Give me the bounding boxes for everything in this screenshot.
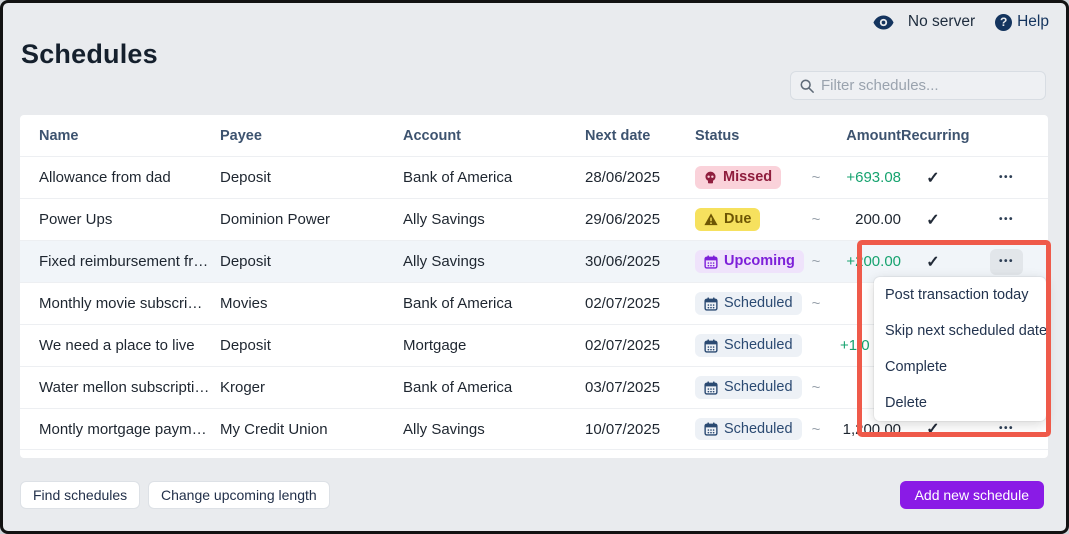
recurring-check-icon: ✓	[926, 212, 939, 229]
schedule-name: Water mellon subscription	[20, 379, 220, 396]
recurring-check-icon: ✓	[926, 170, 939, 187]
schedule-name: Power Ups	[20, 211, 220, 228]
col-header-name: Name	[20, 128, 220, 144]
schedule-payee: Movies	[220, 295, 403, 312]
status-label: Scheduled	[724, 296, 793, 311]
schedule-name: Montly mortgage payments	[20, 421, 220, 438]
schedule-next-date: 30/06/2025	[585, 253, 695, 270]
table-row[interactable]: Power Ups Dominion Power Ally Savings 29…	[20, 198, 1048, 240]
page-title: Schedules	[21, 39, 158, 70]
schedule-account: Mortgage	[403, 337, 585, 354]
status-badge: Scheduled	[695, 292, 802, 315]
schedule-amount: 200.00	[826, 211, 901, 228]
warning-icon	[704, 213, 718, 226]
status-label: Upcoming	[724, 254, 795, 269]
row-menu-button[interactable]: •••	[990, 165, 1023, 191]
status-badge: Missed	[695, 166, 781, 189]
schedule-amount: +693.08	[826, 169, 901, 186]
table-header: Name Payee Account Next date Status Amou…	[20, 115, 1048, 156]
status-label: Due	[724, 212, 751, 227]
status-label: Missed	[723, 170, 772, 185]
row-menu-button[interactable]: •••	[990, 249, 1023, 275]
context-menu: Post transaction today Skip next schedul…	[874, 277, 1046, 421]
schedule-payee: Deposit	[220, 169, 403, 186]
context-menu-item-post-today[interactable]: Post transaction today	[874, 277, 1046, 313]
schedule-payee: Deposit	[220, 253, 403, 270]
schedule-account: Bank of America	[403, 379, 585, 396]
status-badge: Due	[695, 208, 760, 231]
status-label: Scheduled	[724, 338, 793, 353]
window-frame: No server ? Help Schedules Name Payee Ac…	[0, 0, 1069, 534]
add-new-schedule-button[interactable]: Add new schedule	[900, 481, 1044, 509]
schedule-next-date: 03/07/2025	[585, 379, 695, 396]
approx-tilde: ~	[806, 253, 826, 270]
help-icon: ?	[995, 14, 1012, 31]
schedule-name: Fixed reimbursement fro...	[20, 253, 220, 270]
schedule-next-date: 02/07/2025	[585, 295, 695, 312]
approx-tilde: ~	[806, 295, 826, 312]
schedule-account: Ally Savings	[403, 253, 585, 270]
schedule-amount: 1,200.00	[826, 421, 901, 438]
help-button[interactable]: ? Help	[995, 13, 1049, 31]
row-menu-button[interactable]: •••	[990, 207, 1023, 233]
recurring-check-icon: ✓	[926, 254, 939, 271]
col-header-recurring: Recurring	[901, 128, 965, 144]
schedule-account: Bank of America	[403, 169, 585, 186]
schedule-next-date: 02/07/2025	[585, 337, 695, 354]
schedule-next-date: 28/06/2025	[585, 169, 695, 186]
schedule-name: Monthly movie subscription	[20, 295, 220, 312]
calendar-icon	[704, 381, 718, 395]
calendar-icon	[704, 339, 718, 353]
status-badge: Upcoming	[695, 250, 804, 273]
col-header-account: Account	[403, 128, 585, 144]
schedule-payee: Dominion Power	[220, 211, 403, 228]
col-header-payee: Payee	[220, 128, 403, 144]
schedule-payee: Kroger	[220, 379, 403, 396]
schedule-next-date: 29/06/2025	[585, 211, 695, 228]
approx-tilde: ~	[806, 211, 826, 228]
status-label: Scheduled	[724, 380, 793, 395]
table-row[interactable]: Allowance from dad Deposit Bank of Ameri…	[20, 156, 1048, 198]
schedule-account: Ally Savings	[403, 421, 585, 438]
topbar: No server ? Help	[873, 13, 1049, 31]
status-label: Scheduled	[724, 422, 793, 437]
schedule-payee: My Credit Union	[220, 421, 403, 438]
filter-box	[790, 71, 1046, 100]
calendar-icon	[704, 255, 718, 269]
context-menu-item-skip-next[interactable]: Skip next scheduled date	[874, 313, 1046, 349]
schedule-name: We need a place to live	[20, 337, 220, 354]
find-schedules-button[interactable]: Find schedules	[20, 481, 140, 509]
change-upcoming-length-button[interactable]: Change upcoming length	[148, 481, 330, 509]
approx-tilde: ~	[806, 169, 826, 186]
search-icon	[800, 79, 814, 93]
status-badge: Scheduled	[695, 376, 802, 399]
status-badge: Scheduled	[695, 418, 802, 441]
col-header-next-date: Next date	[585, 128, 695, 144]
privacy-eye-icon[interactable]	[873, 15, 894, 30]
help-label: Help	[1017, 13, 1049, 31]
schedule-payee: Deposit	[220, 337, 403, 354]
status-badge: Scheduled	[695, 334, 802, 357]
col-header-amount: Amount	[826, 128, 901, 144]
schedule-next-date: 10/07/2025	[585, 421, 695, 438]
approx-tilde: ~	[806, 421, 826, 438]
context-menu-item-complete[interactable]: Complete	[874, 349, 1046, 385]
calendar-icon	[704, 297, 718, 311]
skull-icon	[704, 171, 717, 184]
approx-tilde: ~	[806, 379, 826, 396]
schedule-account: Ally Savings	[403, 211, 585, 228]
col-header-status: Status	[695, 128, 806, 144]
context-menu-item-delete[interactable]: Delete	[874, 385, 1046, 421]
schedule-account: Bank of America	[403, 295, 585, 312]
filter-input[interactable]	[821, 77, 1036, 94]
table-row[interactable]: Fixed reimbursement fro... Deposit Ally …	[20, 240, 1048, 282]
server-status[interactable]: No server	[908, 13, 975, 31]
calendar-icon	[704, 422, 718, 436]
schedule-amount: +200.00	[826, 253, 901, 270]
schedule-name: Allowance from dad	[20, 169, 220, 186]
recurring-check-icon: ✓	[926, 421, 939, 438]
